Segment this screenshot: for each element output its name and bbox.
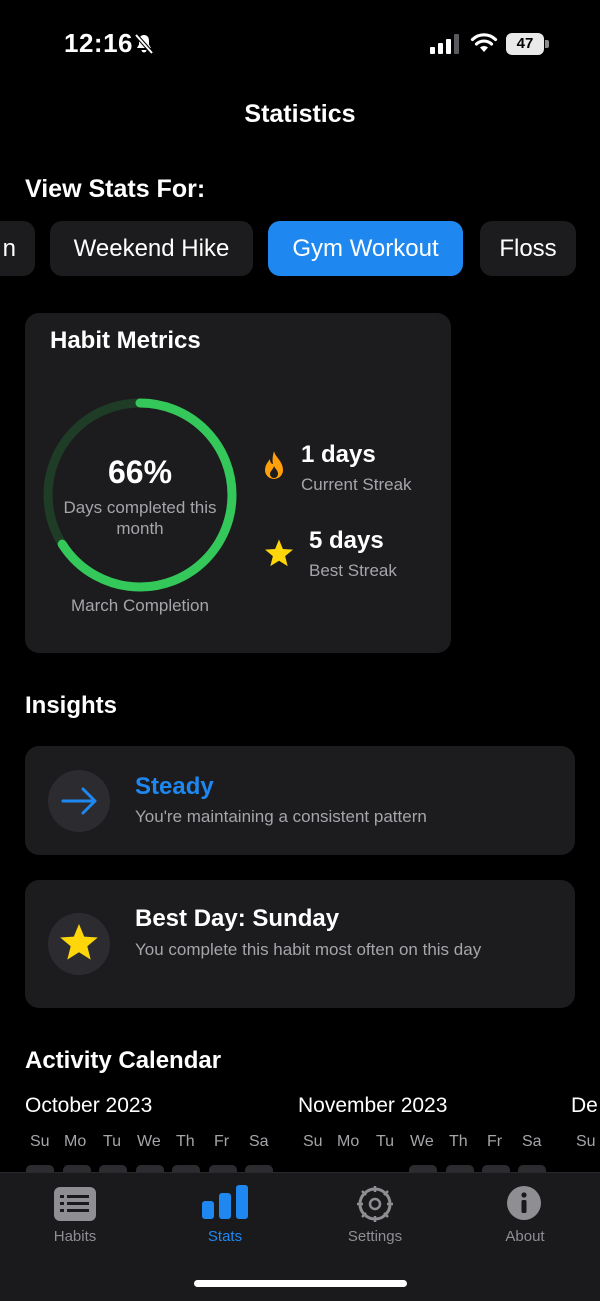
cellular-signal-icon — [430, 34, 459, 54]
calendar-month-label: De — [571, 1094, 598, 1117]
completion-ring — [43, 398, 237, 592]
insight-title: Steady — [135, 773, 214, 800]
wifi-icon — [470, 33, 498, 52]
weekday-label: Tu — [376, 1133, 395, 1150]
status-time: 12:16 — [64, 28, 133, 58]
weekday-label: We — [137, 1133, 161, 1150]
activity-calendar-heading: Activity Calendar — [25, 1047, 222, 1074]
insight-title: Best Day: Sunday — [135, 905, 340, 932]
weekday-label: Fr — [214, 1133, 230, 1150]
calendar-month-label: October 2023 — [25, 1094, 153, 1117]
bell-slash-icon — [134, 33, 154, 55]
tab-about[interactable] — [506, 1185, 542, 1226]
star-icon — [60, 924, 98, 960]
weekday-label: Su — [30, 1133, 50, 1150]
current-streak-value: 1 days — [301, 441, 376, 468]
weekday-label: Mo — [337, 1133, 360, 1150]
insights-heading: Insights — [25, 692, 118, 719]
insight-icon-circle — [48, 770, 110, 832]
habit-metrics-title: Habit Metrics — [50, 327, 201, 354]
tab-stats[interactable] — [202, 1185, 248, 1224]
view-stats-label: View Stats For: — [25, 175, 206, 203]
tab-settings[interactable] — [355, 1184, 395, 1229]
completion-subtitle: Days completed this month — [63, 498, 217, 538]
arrow-right-icon — [61, 787, 97, 815]
weekday-label: Su — [303, 1133, 323, 1150]
best-streak-label: Best Streak — [309, 561, 397, 580]
habit-chip-partial[interactable]: n — [0, 221, 35, 276]
weekday-label: Tu — [103, 1133, 122, 1150]
completion-percent: 66% — [107, 454, 173, 490]
tab-about-label[interactable]: About — [470, 1228, 580, 1245]
page-title: Statistics — [244, 100, 356, 128]
weekday-label: Th — [176, 1133, 195, 1150]
insight-description: You complete this habit most often on th… — [135, 940, 482, 959]
insight-description: You're maintaining a consistent pattern — [135, 807, 427, 826]
home-indicator[interactable] — [194, 1280, 407, 1287]
info-icon — [507, 1186, 541, 1220]
weekday-label: Su — [576, 1133, 596, 1150]
insight-icon-circle — [48, 913, 110, 975]
habit-chip-weekend-hike[interactable]: Weekend Hike — [50, 221, 253, 276]
weekday-label: Th — [449, 1133, 468, 1150]
battery-indicator: 47 — [506, 33, 544, 55]
list-icon — [54, 1187, 96, 1221]
habit-chip-floss[interactable]: Floss — [480, 221, 576, 276]
bar-chart-icon — [202, 1185, 248, 1219]
tab-settings-label[interactable]: Settings — [320, 1228, 430, 1245]
weekday-label: Sa — [522, 1133, 542, 1150]
completion-caption: March Completion — [71, 596, 209, 615]
calendar-month-label: November 2023 — [298, 1094, 448, 1117]
battery-nub — [545, 40, 549, 48]
tab-stats-label[interactable]: Stats — [170, 1228, 280, 1245]
flame-icon — [265, 451, 283, 479]
weekday-label: Sa — [249, 1133, 269, 1150]
tab-habits-label[interactable]: Habits — [20, 1228, 130, 1245]
weekday-label: We — [410, 1133, 434, 1150]
habit-chip-gym-workout[interactable]: Gym Workout — [268, 221, 463, 276]
weekday-label: Fr — [487, 1133, 503, 1150]
weekday-label: Mo — [64, 1133, 87, 1150]
tab-habits[interactable] — [54, 1187, 96, 1226]
current-streak-label: Current Streak — [301, 475, 412, 494]
gear-icon — [357, 1186, 393, 1222]
best-streak-value: 5 days — [309, 527, 384, 554]
star-icon — [265, 539, 293, 567]
